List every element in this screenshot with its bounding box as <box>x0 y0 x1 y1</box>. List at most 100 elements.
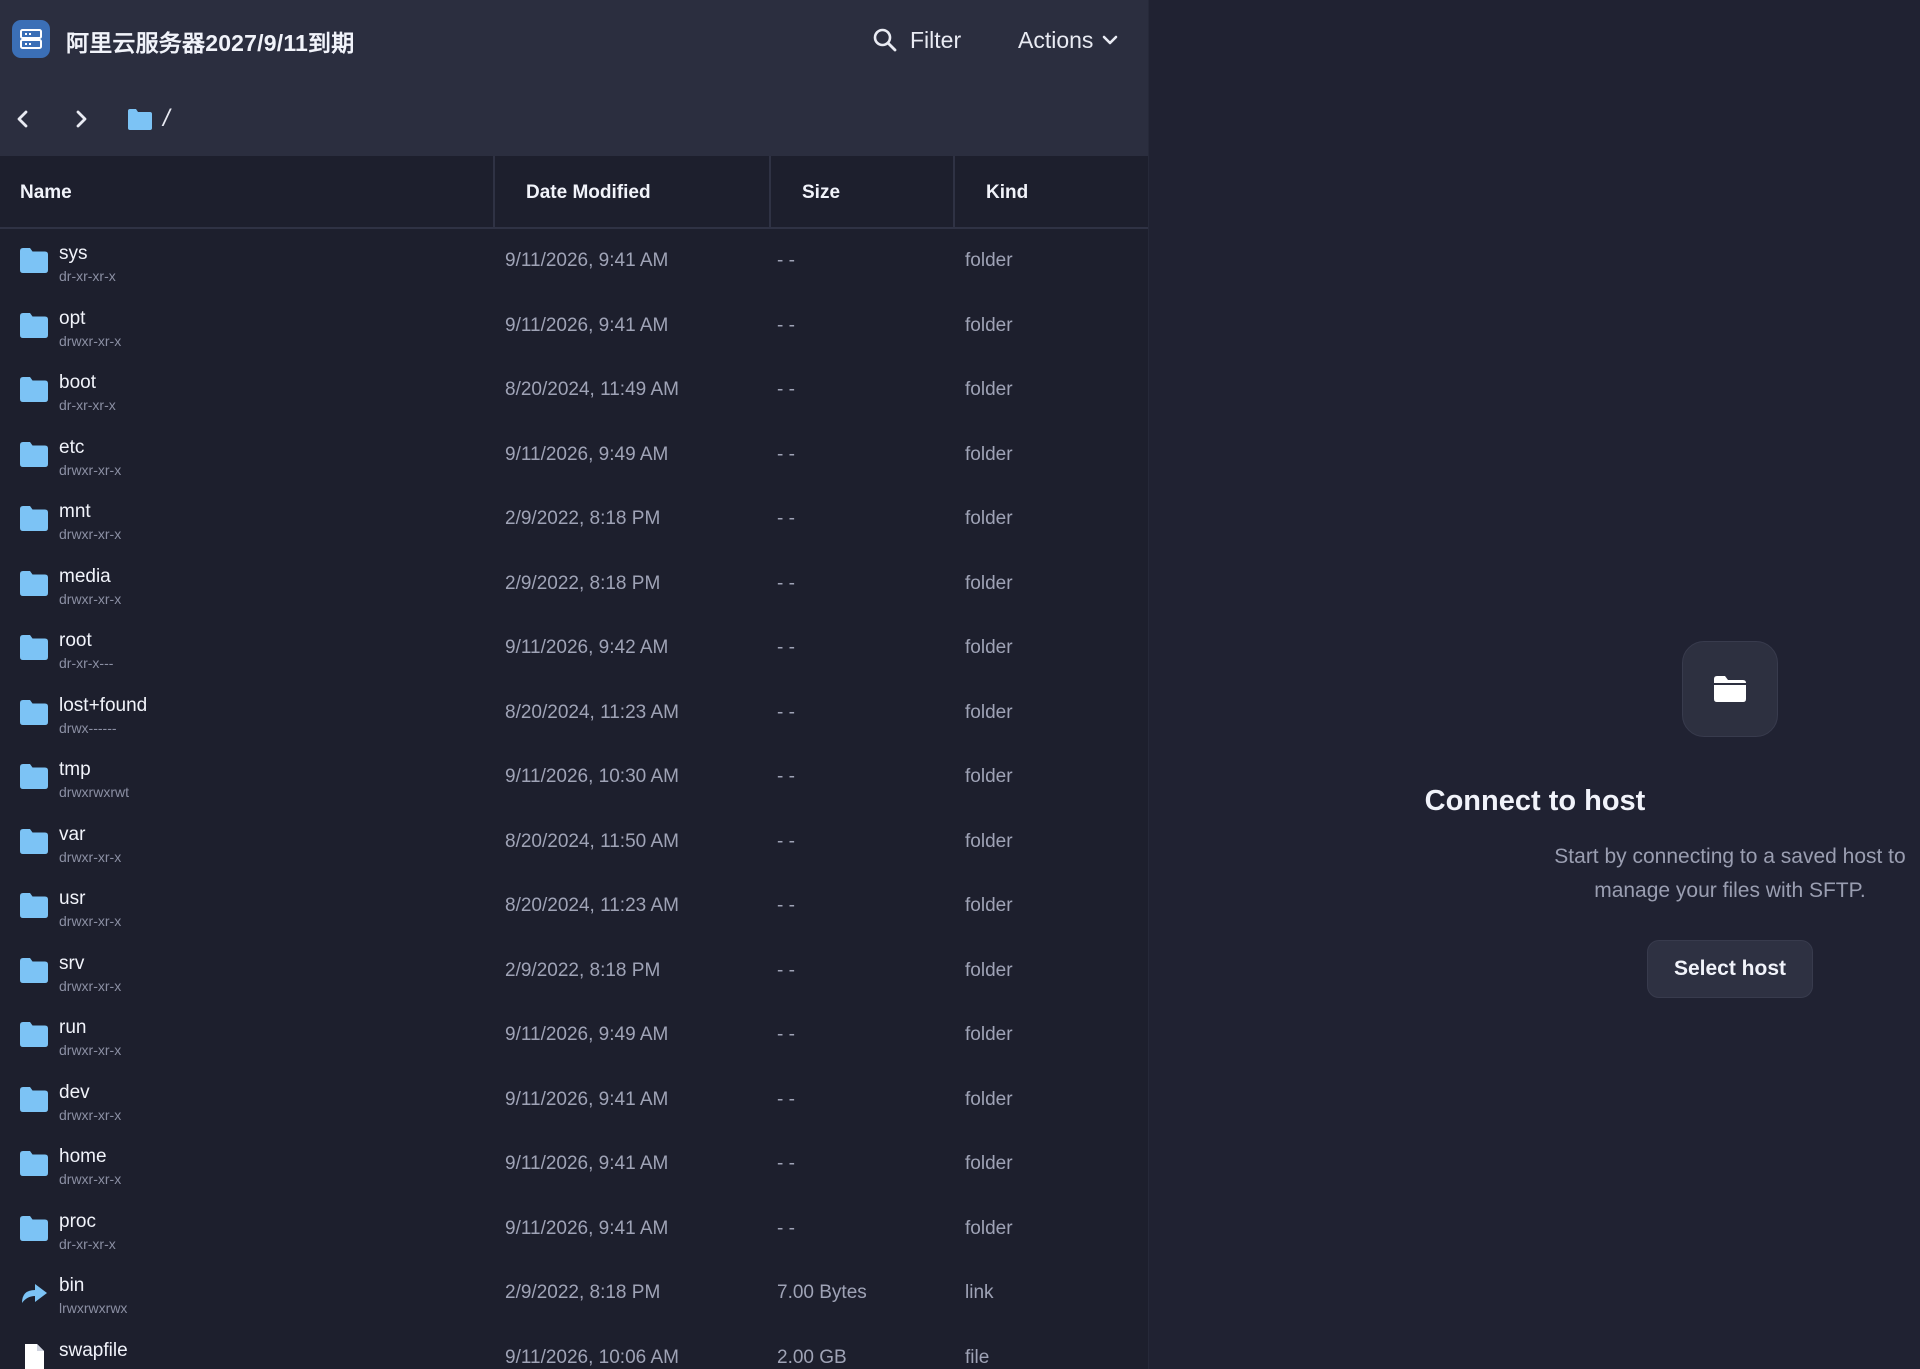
file-date-modified: 9/11/2026, 10:30 AM <box>505 766 679 787</box>
file-name: proc <box>59 1210 96 1232</box>
column-header-size[interactable]: Size <box>802 156 840 229</box>
file-size: - - <box>777 1153 795 1174</box>
file-size: - - <box>777 830 795 852</box>
file-permissions: dr-xr-xr-x <box>59 1235 116 1252</box>
file-size: - - <box>777 959 795 981</box>
file-date-modified: 8/20/2024, 11:23 AM <box>505 895 679 916</box>
file-permissions: dr-xr-xr-x <box>59 268 116 284</box>
file-list: sys dr-xr-xr-x 9/11/2026, 9:41 AM - - folder… <box>0 229 1148 1369</box>
file-date-modified: 2/9/2022, 8:18 PM <box>505 1282 661 1303</box>
folder-icon <box>19 1214 49 1242</box>
column-divider[interactable] <box>493 156 495 229</box>
file-size: - - <box>777 508 795 529</box>
table-row[interactable]: tmp drwxrwxrwt 9/11/2026, 10:30 AM - - folde… <box>0 745 1148 810</box>
file-size: - - <box>777 250 795 271</box>
file-name: lost+found <box>59 694 148 716</box>
table-row[interactable]: srv drwxr-xr-x 2/9/2022, 8:18 PM - - folder <box>0 939 1148 1004</box>
table-row[interactable]: var drwxr-xr-x 8/20/2024, 11:50 AM - - folde… <box>0 810 1148 875</box>
table-row[interactable]: sys dr-xr-xr-x 9/11/2026, 9:41 AM - - folder <box>0 229 1148 294</box>
file-date-modified: 9/11/2026, 9:49 AM <box>505 443 669 465</box>
file-permissions: drwxr-xr-x <box>59 526 122 542</box>
folder-icon <box>19 1085 49 1113</box>
file-date-modified: 2/9/2022, 8:18 PM <box>505 959 661 981</box>
breadcrumb[interactable]: / <box>127 104 170 134</box>
file-name: mnt <box>59 501 91 522</box>
breadcrumb-path: / <box>163 105 170 132</box>
file-date-modified: 9/11/2026, 9:49 AM <box>505 1024 669 1045</box>
file-permissions: drwxr-xr-x <box>59 913 122 929</box>
column-divider[interactable] <box>953 156 955 229</box>
file-size: - - <box>777 379 795 400</box>
file-kind: folder <box>965 637 1013 658</box>
folder-icon <box>19 1149 49 1177</box>
file-name: usr <box>59 888 86 909</box>
table-row[interactable]: mnt drwxr-xr-x 2/9/2022, 8:18 PM - - folder <box>0 487 1148 552</box>
actions-label: Actions <box>1018 26 1094 53</box>
file-permissions: drwx------ <box>59 719 117 736</box>
table-row[interactable]: root dr-xr-x--- 9/11/2026, 9:42 AM - - folde… <box>0 616 1148 681</box>
chevron-right-icon <box>76 110 87 128</box>
table-row[interactable]: media drwxr-xr-x 2/9/2022, 8:18 PM - - folde… <box>0 552 1148 617</box>
table-row[interactable]: home drwxr-xr-x 9/11/2026, 9:41 AM - - folde… <box>0 1132 1148 1197</box>
folder-icon <box>19 375 49 403</box>
file-size: 7.00 Bytes <box>777 1282 867 1303</box>
file-kind: folder <box>965 766 1013 787</box>
table-row[interactable]: lost+found drwx------ 8/20/2024, 11:23 AM -… <box>0 681 1148 746</box>
file-permissions: drwxrwxrwt <box>59 784 129 800</box>
connect-title: Connect to host <box>1424 785 1646 817</box>
table-row[interactable]: dev drwxr-xr-x 9/11/2026, 9:41 AM - - folder <box>0 1068 1148 1133</box>
table-row[interactable]: etc drwxr-xr-x 9/11/2026, 9:49 AM - - folder <box>0 423 1148 488</box>
file-kind: folder <box>965 443 1013 465</box>
file-size: - - <box>777 1217 795 1239</box>
table-row[interactable]: bin lrwxrwxrwx 2/9/2022, 8:18 PM 7.00 Bytes… <box>0 1261 1148 1326</box>
table-row[interactable]: proc dr-xr-xr-x 9/11/2026, 9:41 AM - - folde… <box>0 1197 1148 1262</box>
file-size: - - <box>777 895 795 916</box>
table-row[interactable]: swapfile 9/11/2026, 10:06 AM 2.00 GB file <box>0 1326 1148 1369</box>
column-header-name[interactable]: Name <box>20 156 72 229</box>
file-kind: folder <box>965 1153 1013 1174</box>
column-divider[interactable] <box>769 156 771 229</box>
file-size: - - <box>777 637 795 658</box>
filter-button[interactable]: Filter <box>872 22 961 58</box>
file-name: tmp <box>59 759 91 780</box>
file-date-modified: 9/11/2026, 9:41 AM <box>505 1153 669 1174</box>
file-name: swapfile <box>59 1339 128 1361</box>
back-button[interactable] <box>12 104 34 134</box>
search-icon <box>873 28 897 52</box>
table-row[interactable]: opt drwxr-xr-x 9/11/2026, 9:41 AM - - folder <box>0 294 1148 359</box>
file-date-modified: 9/11/2026, 9:41 AM <box>505 1217 669 1239</box>
file-kind: folder <box>965 1088 1013 1110</box>
column-header-date-modified[interactable]: Date Modified <box>526 156 651 229</box>
file-size: - - <box>777 572 795 594</box>
file-date-modified: 8/20/2024, 11:23 AM <box>505 701 679 723</box>
file-kind: folder <box>965 314 1013 336</box>
table-row[interactable]: run drwxr-xr-x 9/11/2026, 9:49 AM - - folder <box>0 1003 1148 1068</box>
table-row[interactable]: boot dr-xr-xr-x 8/20/2024, 11:49 AM - - fold… <box>0 358 1148 423</box>
folder-icon <box>128 109 152 130</box>
file-kind: folder <box>965 701 1013 723</box>
file-size: 2.00 GB <box>777 1346 847 1368</box>
file-size: - - <box>777 766 795 787</box>
file-permissions: dr-xr-x--- <box>59 655 114 671</box>
file-kind: folder <box>965 250 1013 271</box>
file-permissions: drwxr-xr-x <box>59 848 122 865</box>
host-title: 阿里云服务器2027/9/11到期 <box>66 30 355 56</box>
file-date-modified: 9/11/2026, 9:41 AM <box>505 250 669 271</box>
server-icon <box>12 20 50 58</box>
sftp-app: 阿里云服务器2027/9/11到期 Filter Actions / Name … <box>0 0 1920 1369</box>
file-kind: folder <box>965 572 1013 594</box>
table-row[interactable]: usr drwxr-xr-x 8/20/2024, 11:23 AM - - folde… <box>0 874 1148 939</box>
select-host-button[interactable]: Select host <box>1647 940 1813 998</box>
file-size: - - <box>777 1024 795 1045</box>
file-size: - - <box>777 1088 795 1110</box>
file-name: home <box>59 1146 107 1167</box>
file-size: - - <box>777 314 795 336</box>
actions-dropdown[interactable]: Actions <box>1018 22 1119 58</box>
file-name: bin <box>59 1275 85 1296</box>
folder-icon <box>19 569 49 597</box>
forward-button[interactable] <box>70 104 92 134</box>
file-name: run <box>59 1017 87 1038</box>
column-header-kind[interactable]: Kind <box>986 156 1028 229</box>
file-kind: link <box>965 1282 994 1303</box>
file-name: dev <box>59 1081 90 1103</box>
